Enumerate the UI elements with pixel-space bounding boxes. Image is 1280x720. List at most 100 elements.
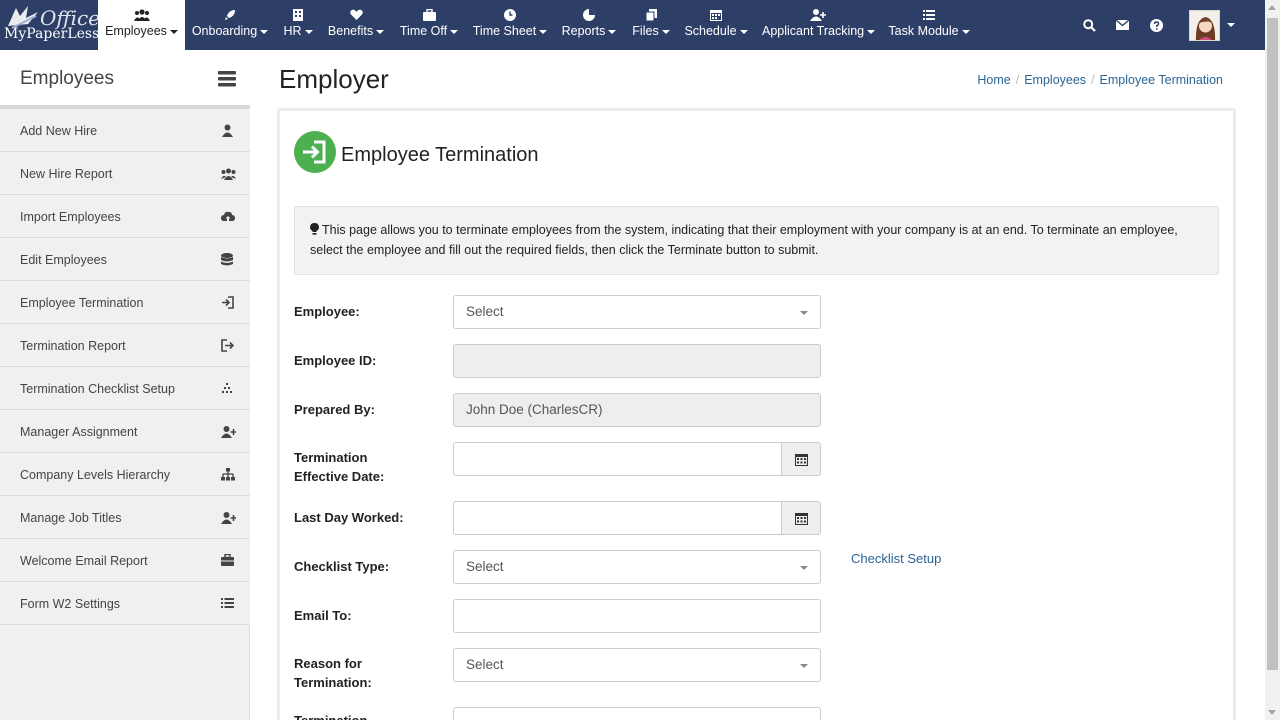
sidebar-item-company-levels-hierarchy[interactable]: Company Levels Hierarchy [0, 453, 250, 496]
top-navbar: Office MyPaperLess Employees Onboarding … [0, 0, 1265, 50]
effective-date-calendar-button[interactable] [781, 442, 821, 476]
sidebar-menu: Add New Hire New Hire Report Import Empl… [0, 109, 250, 625]
sidebar-item-termination-checklist-setup[interactable]: Termination Checklist Setup [0, 367, 250, 410]
sidebar-item-add-new-hire[interactable]: Add New Hire [0, 109, 250, 152]
sidebar-title: Employees [20, 68, 114, 89]
next-field-label: Termination [294, 711, 367, 720]
chevron-down-icon [539, 29, 548, 34]
sign-in-icon [221, 296, 234, 309]
nav-time-sheet[interactable]: Time Sheet [471, 0, 549, 50]
nav-label: Schedule [684, 24, 737, 38]
nav-employees[interactable]: Employees [98, 0, 185, 50]
sidebar-item-form-w2-settings[interactable]: Form W2 Settings [0, 582, 250, 625]
briefcase-icon [221, 553, 234, 567]
breadcrumb-home[interactable]: Home [977, 73, 1010, 87]
last-day-worked-input[interactable] [453, 501, 782, 535]
sidebar-item-manage-job-titles[interactable]: Manage Job Titles [0, 496, 250, 539]
user-plus-icon [762, 9, 874, 23]
nav-label: Reports [561, 24, 606, 38]
app-logo[interactable]: Office MyPaperLess [0, 0, 100, 50]
reason-value: Select [466, 657, 504, 672]
sidebar-item-edit-employees[interactable]: Edit Employees [0, 238, 250, 281]
prepared-by-label: Prepared By: [294, 402, 375, 417]
label-line: Termination [294, 450, 368, 465]
sidebar-item-welcome-email-report[interactable]: Welcome Email Report [0, 539, 250, 582]
email-to-label: Email To: [294, 608, 352, 623]
nav-onboarding[interactable]: Onboarding [190, 0, 270, 50]
last-day-calendar-button[interactable] [781, 501, 821, 535]
sidebar-item-label: Employee Termination [20, 296, 144, 310]
sidebar-item-label: Company Levels Hierarchy [20, 468, 171, 482]
checklist-type-select[interactable]: Select [453, 550, 821, 584]
employee-select-value: Select [466, 304, 504, 319]
page-scrollbar[interactable] [1265, 0, 1280, 720]
scroll-down-arrow[interactable] [1268, 710, 1276, 715]
nav-schedule[interactable]: Schedule [684, 0, 748, 50]
nav-reports[interactable]: Reports [560, 0, 618, 50]
sidebar-item-manager-assignment[interactable]: Manager Assignment [0, 410, 250, 453]
label-line: Termination: [294, 675, 372, 690]
termination-effective-date-input[interactable] [453, 442, 782, 476]
sidebar-item-employee-termination[interactable]: Employee Termination [0, 281, 250, 324]
clock-icon [471, 9, 549, 23]
sidebar-item-new-hire-report[interactable]: New Hire Report [0, 152, 250, 195]
sidebar-header: Employees [0, 50, 250, 109]
email-to-input[interactable] [453, 599, 821, 633]
list-icon [221, 597, 234, 610]
reason-for-termination-select[interactable]: Select [453, 648, 821, 682]
nav-hr[interactable]: HR [281, 0, 315, 50]
heart-icon [327, 9, 385, 23]
nav-time-off[interactable]: Time Off [398, 0, 460, 50]
breadcrumb-current: Employee Termination [1099, 73, 1223, 87]
help-button[interactable] [1140, 0, 1172, 50]
nav-applicant-tracking[interactable]: Applicant Tracking [762, 0, 876, 50]
nav-label: Employees [105, 24, 167, 38]
rocket-icon [190, 9, 270, 23]
label-line: Effective Date: [294, 469, 385, 484]
chevron-down-icon[interactable] [1227, 23, 1235, 27]
employee-label: Employee: [294, 304, 360, 319]
nav-label: Applicant Tracking [762, 24, 865, 38]
logo-text-mypaperless: MyPaperLess [4, 26, 100, 42]
database-icon [221, 253, 234, 266]
sign-out-icon [221, 339, 235, 352]
checklist-type-label: Checklist Type: [294, 559, 390, 574]
last-day-worked-label: Last Day Worked: [294, 510, 404, 525]
label-line: Reason for [294, 656, 362, 671]
files-icon [630, 9, 672, 23]
nav-label: Task Module [888, 24, 959, 38]
scroll-up-arrow[interactable] [1268, 5, 1276, 10]
nav-files[interactable]: Files [630, 0, 672, 50]
card-title: Employee Termination [341, 144, 539, 166]
avatar[interactable] [1189, 10, 1220, 41]
messages-button[interactable] [1106, 0, 1138, 50]
chevron-down-icon [739, 29, 748, 34]
sidebar-toggle-button[interactable] [217, 70, 237, 93]
nav-benefits[interactable]: Benefits [327, 0, 385, 50]
sidebar-item-termination-report[interactable]: Termination Report [0, 324, 250, 367]
next-field-input[interactable] [453, 707, 821, 720]
sidebar-item-label: New Hire Report [20, 167, 113, 181]
sidebar-item-label: Welcome Email Report [20, 554, 148, 568]
employee-select[interactable]: Select [453, 295, 821, 329]
cloud-upload-icon [221, 210, 235, 223]
termination-effective-date-label: Termination Effective Date: [294, 448, 384, 486]
checklist-setup-link[interactable]: Checklist Setup [851, 551, 941, 566]
sidebar-item-import-employees[interactable]: Import Employees [0, 195, 250, 238]
sidebar-item-label: Form W2 Settings [20, 597, 121, 611]
sidebar: Employees Add New Hire New Hire Report I… [0, 50, 250, 720]
nav-task-module[interactable]: Task Module [888, 0, 970, 50]
user-avatar-icon [1195, 17, 1216, 40]
breadcrumb-employees[interactable]: Employees [1024, 73, 1086, 87]
nav-label: Files [632, 24, 659, 38]
question-circle-icon [1149, 18, 1163, 32]
search-button[interactable] [1073, 0, 1105, 50]
chevron-down-icon [661, 29, 670, 34]
sidebar-item-label: Manage Job Titles [20, 511, 122, 525]
briefcase-icon [398, 9, 460, 23]
list-icon [888, 9, 970, 23]
breadcrumb: Home / Employees / Employee Termination [977, 73, 1223, 87]
breadcrumb-separator: / [1091, 73, 1095, 87]
scrollbar-thumb[interactable] [1267, 18, 1278, 670]
building-icon [281, 9, 315, 23]
